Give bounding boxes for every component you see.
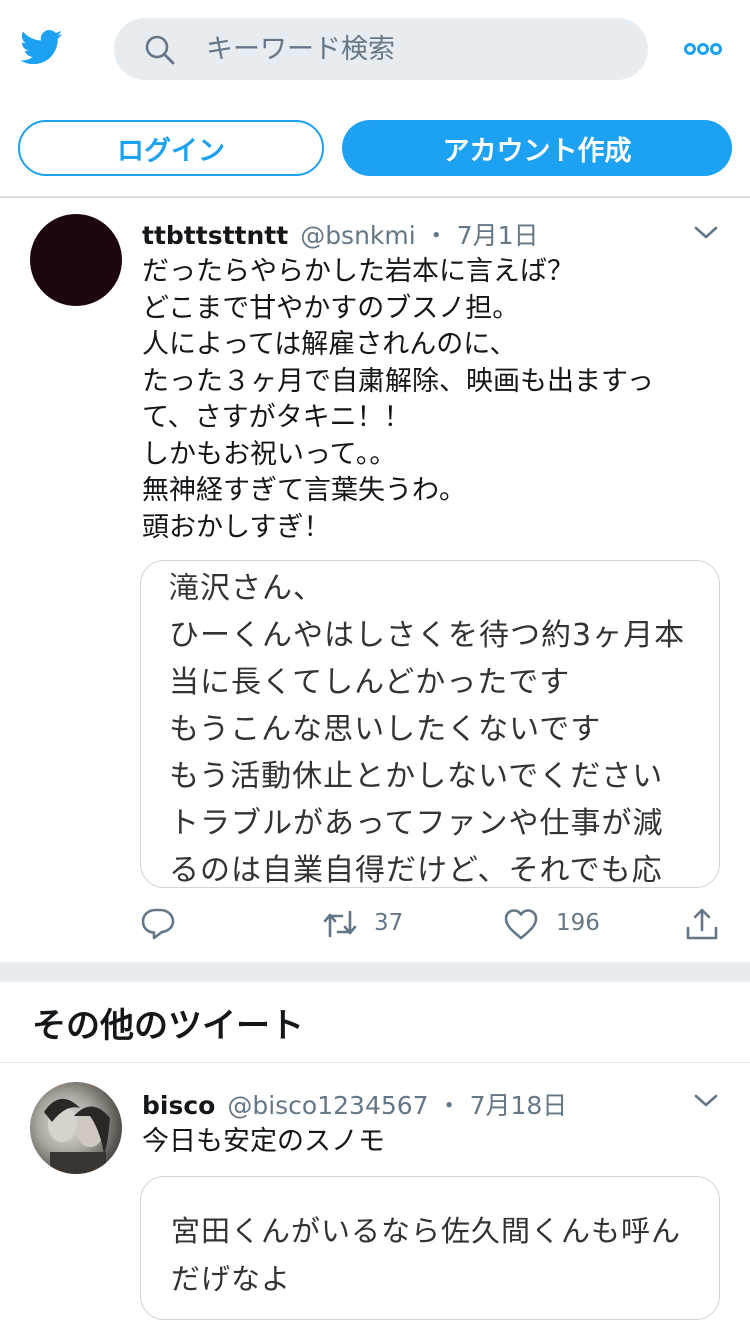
search-icon xyxy=(145,35,175,65)
reply-icon[interactable] xyxy=(140,906,176,942)
avatar[interactable] xyxy=(30,214,122,306)
tweet-text: 今日も安定のスノモ xyxy=(142,1126,385,1157)
like-count: 196 xyxy=(556,910,600,936)
tweet-actions: 37 196 xyxy=(0,904,750,944)
user-name[interactable]: ttbttsttntt xyxy=(142,221,288,250)
top-bar xyxy=(0,0,750,100)
card-text: 滝沢さん、 ひーくんやはしさくを待つ約3ヶ月本 当に長くてしんどかったです もう… xyxy=(169,571,686,888)
retweet-icon[interactable] xyxy=(322,906,358,942)
user-handle[interactable]: @bsnkmi xyxy=(300,221,416,250)
chevron-down-icon[interactable] xyxy=(694,1094,718,1108)
avatar-photo xyxy=(44,1098,110,1174)
separator-dot: ・ xyxy=(423,221,449,250)
card-text: 宮田くんがいるなら佐久間くんも呼ん だげなよ xyxy=(171,1214,682,1296)
tweet-header: ttbttsttntt @bsnkmi ・ 7月1日 xyxy=(142,216,539,252)
quoted-image-card[interactable]: 滝沢さん、 ひーくんやはしさくを待つ約3ヶ月本 当に長くてしんどかったです もう… xyxy=(140,560,720,888)
twitter-bird-icon[interactable] xyxy=(18,26,66,68)
section-separator xyxy=(0,962,750,982)
tweet-header: bisco @bisco1234567 ・ 7月18日 xyxy=(142,1086,567,1122)
auth-buttons: ログイン アカウント作成 xyxy=(0,120,750,176)
user-handle[interactable]: @bisco1234567 xyxy=(227,1091,428,1120)
user-name[interactable]: bisco xyxy=(142,1091,215,1120)
tweet[interactable]: ttbttsttntt @bsnkmi ・ 7月1日 だったらやらかした岩本に言… xyxy=(0,198,750,962)
tweet[interactable]: bisco @bisco1234567 ・ 7月18日 今日も安定のスノモ 宮田… xyxy=(0,1064,750,1334)
tweet-text: だったらやらかした岩本に言えば？ どこまで甘やかすのブスノ担。 人によっては解雇… xyxy=(142,256,654,543)
search-input[interactable] xyxy=(206,18,626,80)
chevron-down-icon[interactable] xyxy=(694,226,718,240)
search-bar[interactable] xyxy=(114,18,648,80)
more-dots-icon[interactable] xyxy=(684,38,722,60)
heart-icon[interactable] xyxy=(503,906,539,942)
avatar[interactable] xyxy=(30,1082,122,1174)
tweet-time[interactable]: 7月1日 xyxy=(457,216,539,252)
retweet-count: 37 xyxy=(374,910,404,936)
signup-button[interactable]: アカウント作成 xyxy=(342,120,732,176)
separator-dot: ・ xyxy=(436,1091,462,1120)
quoted-image-card[interactable]: 宮田くんがいるなら佐久間くんも呼ん だげなよ xyxy=(140,1176,720,1320)
login-button[interactable]: ログイン xyxy=(18,120,324,176)
share-icon[interactable] xyxy=(684,906,720,942)
tweet-time[interactable]: 7月18日 xyxy=(470,1086,568,1122)
section-divider xyxy=(0,1062,750,1063)
section-title: その他のツイート xyxy=(32,1006,304,1046)
